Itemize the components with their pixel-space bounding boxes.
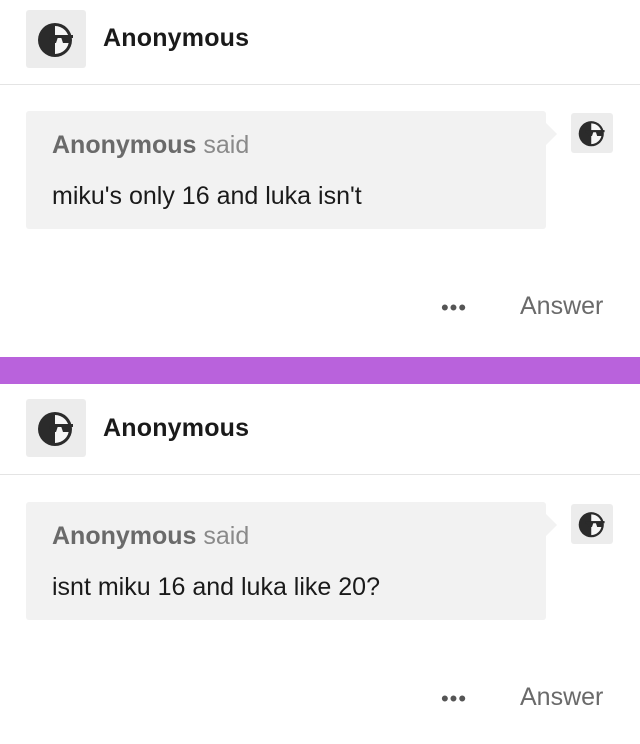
answer-button[interactable]: Answer	[520, 683, 603, 712]
anonymous-sunglasses-icon	[578, 121, 605, 147]
said-label: said	[203, 131, 250, 159]
ask-post: Anonymous Anonymous said isnt miku 16 an…	[0, 384, 640, 744]
more-options-button[interactable]: •••	[434, 684, 474, 714]
post-header: Anonymous	[0, 384, 640, 475]
post-header: Anonymous	[0, 0, 640, 85]
answer-button[interactable]: Answer	[520, 292, 603, 321]
asker-name: Anonymous	[52, 131, 197, 159]
question-text: isnt miku 16 and luka like 20?	[52, 573, 380, 601]
ask-bubble: Anonymous said miku's only 16 and luka i…	[26, 111, 557, 229]
blog-name[interactable]: Anonymous	[103, 24, 249, 53]
anonymous-sunglasses-icon	[38, 412, 73, 446]
ask-bubble: Anonymous said isnt miku 16 and luka lik…	[26, 502, 557, 620]
asker-avatar[interactable]	[571, 504, 613, 544]
asker-avatar[interactable]	[571, 113, 613, 153]
asker-line: Anonymous said	[52, 131, 249, 160]
question-text: miku's only 16 and luka isn't	[52, 182, 362, 210]
blog-name[interactable]: Anonymous	[103, 414, 249, 443]
avatar[interactable]	[26, 399, 86, 457]
anonymous-sunglasses-icon	[38, 23, 73, 57]
more-options-button[interactable]: •••	[434, 293, 474, 323]
anonymous-sunglasses-icon	[578, 512, 605, 538]
ask-post: Anonymous Anonymous said miku's only 16 …	[0, 0, 640, 356]
post-divider	[0, 356, 640, 384]
asker-line: Anonymous said	[52, 522, 249, 551]
avatar[interactable]	[26, 10, 86, 68]
asker-name: Anonymous	[52, 522, 197, 550]
said-label: said	[203, 522, 250, 550]
